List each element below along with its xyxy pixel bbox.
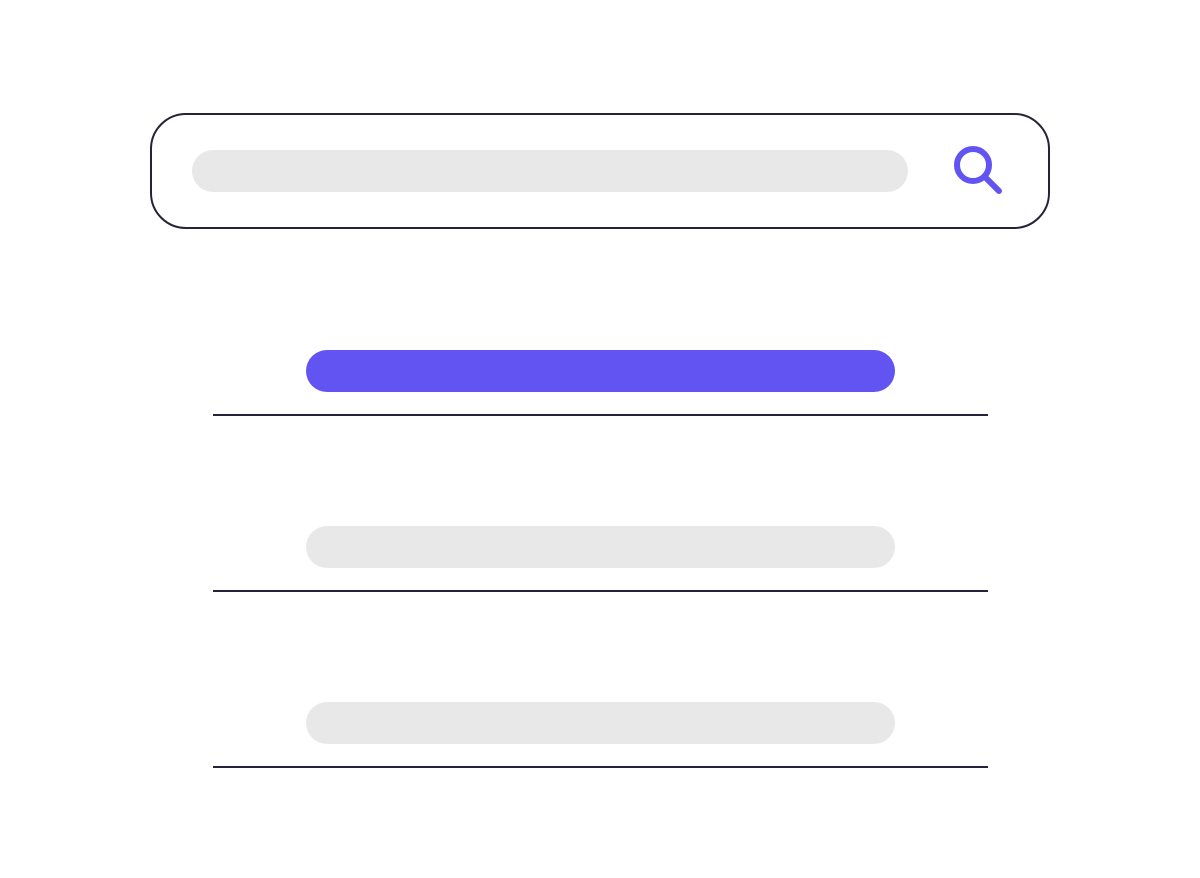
search-button[interactable] (948, 141, 1008, 201)
result-item[interactable] (213, 350, 988, 416)
result-item[interactable] (213, 526, 988, 592)
result-title-placeholder (306, 350, 895, 392)
result-title-placeholder (306, 526, 895, 568)
results-list (213, 350, 988, 878)
result-item[interactable] (213, 702, 988, 768)
search-bar (150, 113, 1050, 229)
result-title-placeholder (306, 702, 895, 744)
search-icon (952, 144, 1004, 199)
search-input[interactable] (192, 150, 908, 192)
